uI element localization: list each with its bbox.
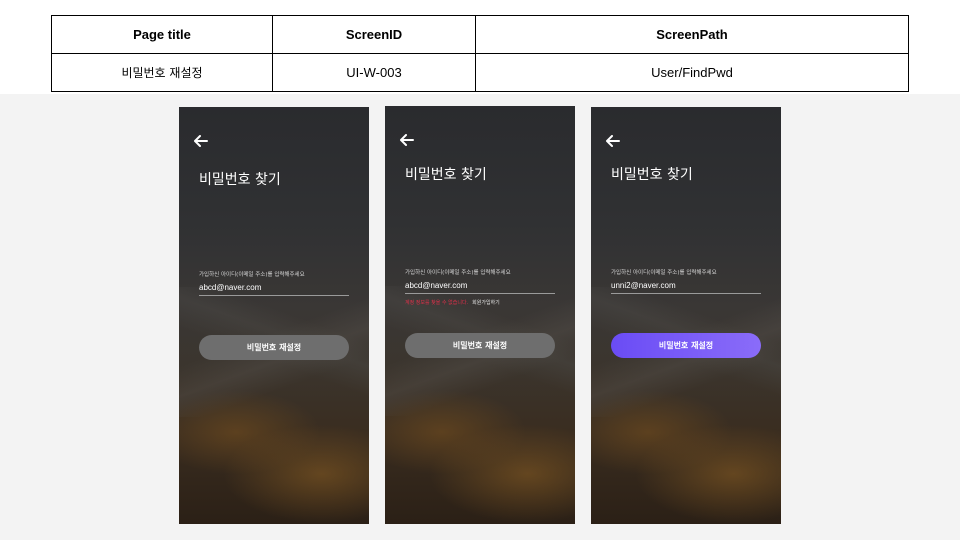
email-field[interactable]: unni2@naver.com bbox=[611, 281, 761, 294]
reset-password-button[interactable]: 비밀번호 재설정 bbox=[199, 335, 349, 360]
arrow-left-icon[interactable] bbox=[399, 134, 415, 146]
spec-table: Page title ScreenID ScreenPath 비밀번호 재설정 … bbox=[51, 15, 909, 92]
spec-header-row: Page title ScreenID ScreenPath bbox=[51, 15, 909, 54]
page-title: 비밀번호 찾기 bbox=[405, 167, 487, 183]
arrow-left-icon[interactable] bbox=[605, 135, 621, 147]
page-title: 비밀번호 찾기 bbox=[611, 167, 693, 183]
phone-screen-error: 비밀번호 찾기 가입하신 아이디(이메일 주소)를 입력해주세요 abcd@na… bbox=[385, 106, 575, 524]
spec-value-row: 비밀번호 재설정 UI-W-003 User/FindPwd bbox=[51, 53, 909, 92]
email-label: 가입하신 아이디(이메일 주소)를 입력해주세요 bbox=[199, 272, 305, 278]
email-label: 가입하신 아이디(이메일 주소)를 입력해주세요 bbox=[611, 270, 717, 276]
screen-path-value: User/FindPwd bbox=[475, 53, 909, 92]
email-field[interactable]: abcd@naver.com bbox=[199, 283, 349, 296]
page-title-header: Page title bbox=[51, 15, 273, 54]
phone-screen-default: 비밀번호 찾기 가입하신 아이디(이메일 주소)를 입력해주세요 abcd@na… bbox=[179, 107, 369, 524]
signup-link[interactable]: 회원가입하기 bbox=[472, 300, 500, 306]
page-title: 비밀번호 찾기 bbox=[199, 172, 281, 188]
page-title-value: 비밀번호 재설정 bbox=[51, 53, 273, 92]
email-label: 가입하신 아이디(이메일 주소)를 입력해주세요 bbox=[405, 270, 511, 276]
error-row: 계정 정보를 찾을 수 없습니다. 회원가입하기 bbox=[405, 299, 500, 306]
screen-id-header: ScreenID bbox=[272, 15, 476, 54]
email-field[interactable]: abcd@naver.com bbox=[405, 281, 555, 294]
arrow-left-icon[interactable] bbox=[193, 135, 209, 147]
error-message: 계정 정보를 찾을 수 없습니다. bbox=[405, 300, 469, 306]
reset-password-button[interactable]: 비밀번호 재설정 bbox=[611, 333, 761, 358]
screen-path-header: ScreenPath bbox=[475, 15, 909, 54]
screen-id-value: UI-W-003 bbox=[272, 53, 476, 92]
reset-password-button[interactable]: 비밀번호 재설정 bbox=[405, 333, 555, 358]
phone-screen-active: 비밀번호 찾기 가입하신 아이디(이메일 주소)를 입력해주세요 unni2@n… bbox=[591, 107, 781, 524]
